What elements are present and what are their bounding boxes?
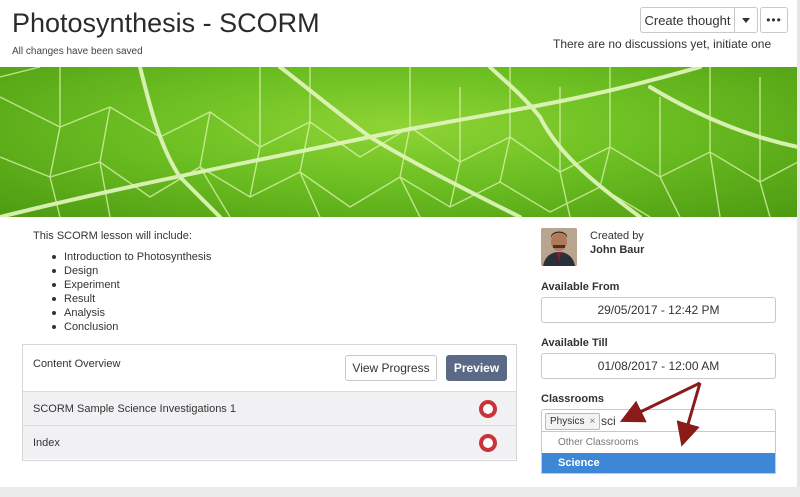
view-progress-button[interactable]: View Progress <box>345 355 437 381</box>
dropdown-group-label: Other Classrooms <box>558 437 639 448</box>
available-from-label: Available From <box>541 281 620 293</box>
avatar <box>541 228 577 266</box>
page-title: Photosynthesis - SCORM <box>12 8 320 38</box>
content-row-label: Index <box>33 437 60 449</box>
create-thought-dropdown-button[interactable] <box>734 7 758 33</box>
available-from-input[interactable]: 29/05/2017 - 12:42 PM <box>541 297 776 323</box>
create-thought-button[interactable]: Create thought <box>640 7 735 33</box>
leaf-banner-image <box>0 67 798 217</box>
preview-button[interactable]: Preview <box>446 355 507 381</box>
status-ring-icon <box>479 400 497 418</box>
page-footer-bar <box>0 487 800 497</box>
content-row[interactable]: SCORM Sample Science Investigations 1 <box>23 391 516 425</box>
classroom-search-text[interactable]: sci <box>601 414 616 428</box>
classroom-tag: Physics × <box>545 413 601 430</box>
content-overview-panel: Content Overview View Progress Preview S… <box>22 344 517 461</box>
topic-item: Introduction to Photosynthesis <box>50 250 211 264</box>
status-ring-icon <box>479 434 497 452</box>
more-options-button[interactable]: ••• <box>760 7 788 33</box>
remove-tag-icon[interactable]: × <box>589 416 595 427</box>
content-row[interactable]: Index <box>23 425 516 459</box>
topic-item: Experiment <box>50 278 211 292</box>
content-row-label: SCORM Sample Science Investigations 1 <box>33 403 236 415</box>
save-status: All changes have been saved <box>12 46 143 57</box>
available-till-label: Available Till <box>541 337 608 349</box>
lesson-intro: This SCORM lesson will include: <box>33 230 192 242</box>
content-overview-title: Content Overview <box>33 358 121 370</box>
creator-name[interactable]: John Baur <box>590 244 644 256</box>
created-by-label: Created by <box>590 230 644 242</box>
discussion-note[interactable]: There are no discussions yet, initiate o… <box>553 37 771 51</box>
chevron-down-icon <box>742 17 750 23</box>
topic-item: Analysis <box>50 306 211 320</box>
topic-list: Introduction to Photosynthesis Design Ex… <box>50 250 211 334</box>
classrooms-input[interactable]: Physics × sci <box>541 409 776 433</box>
topic-item: Design <box>50 264 211 278</box>
topic-item: Conclusion <box>50 320 211 334</box>
classrooms-label: Classrooms <box>541 393 604 405</box>
topic-item: Result <box>50 292 211 306</box>
classroom-tag-label: Physics <box>550 416 585 427</box>
dropdown-option-science[interactable]: Science <box>542 453 775 473</box>
classroom-dropdown: Other Classrooms Science <box>541 431 776 474</box>
available-till-input[interactable]: 01/08/2017 - 12:00 AM <box>541 353 776 379</box>
